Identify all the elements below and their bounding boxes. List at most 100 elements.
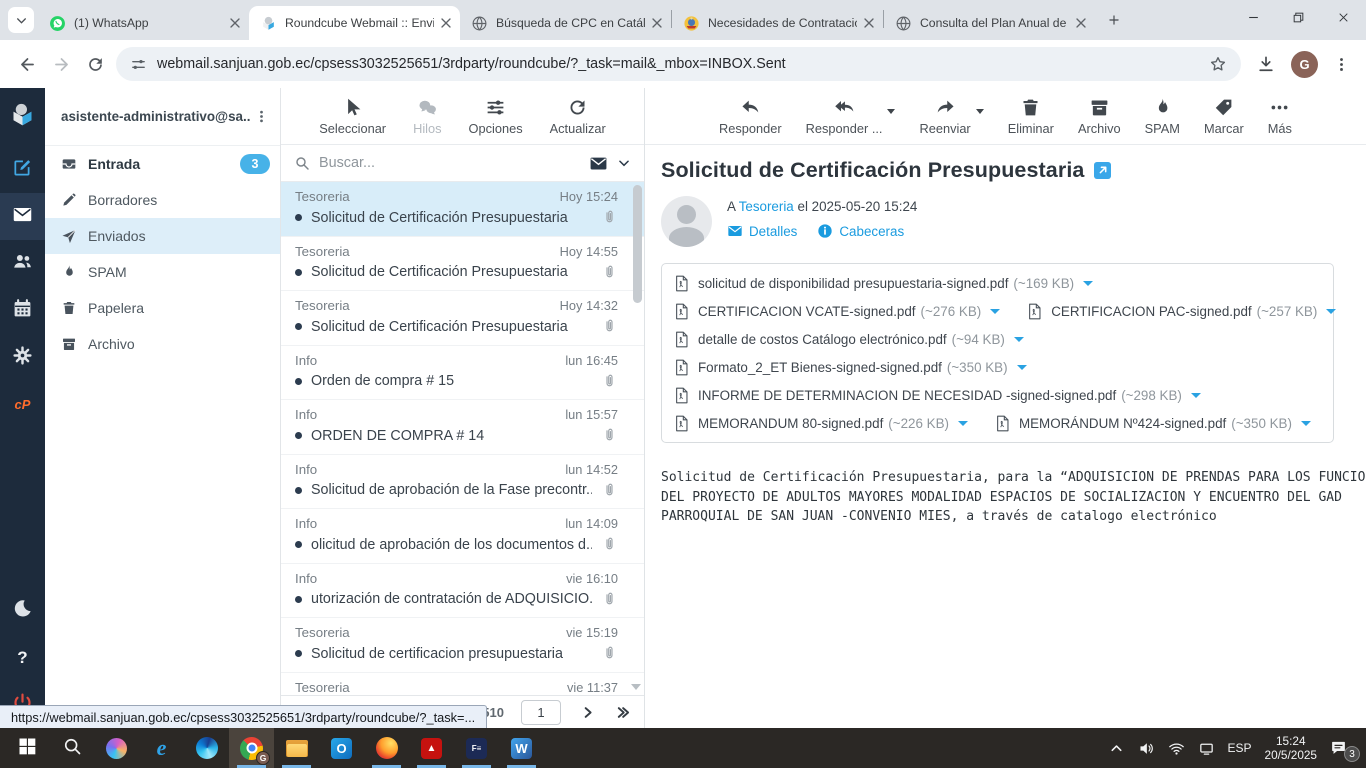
message-row[interactable]: Info lun 15:57 ORDEN DE COMPRA # 14 [281, 400, 644, 455]
list-toolbar-actualizar-button[interactable]: Actualizar [550, 97, 606, 136]
open-in-new-window-icon[interactable] [1094, 162, 1112, 179]
attachment-item[interactable]: INFORME DE DETERMINACION DE NECESIDAD -s… [674, 387, 1201, 404]
attachment-menu-caret-icon[interactable] [1300, 420, 1311, 426]
attachment-item[interactable]: MEMORÁNDUM Nº424-signed.pdf (~350 KB) [995, 415, 1311, 432]
tab-close-icon[interactable] [227, 15, 243, 31]
attachment-item[interactable]: detalle de costos Catálogo electrónico.p… [674, 331, 1024, 348]
rail-item-calendar[interactable] [0, 287, 45, 334]
mail-toolbar-archivo-button[interactable]: Archivo [1078, 97, 1121, 136]
rail-item-mail[interactable] [0, 193, 45, 240]
clock[interactable]: 15:24 20/5/2025 [1265, 734, 1317, 762]
list-toolbar-seleccionar-button[interactable]: Seleccionar [319, 97, 386, 136]
forward-icon[interactable] [44, 47, 78, 81]
mail-toolbar-responder-button[interactable]: Responder [719, 97, 782, 136]
attachment-menu-caret-icon[interactable] [957, 420, 968, 426]
taskbar-file-explorer-icon[interactable] [274, 728, 319, 768]
rail-item-compose[interactable] [0, 146, 45, 193]
help-icon[interactable]: ? [0, 634, 45, 681]
downloads-icon[interactable] [1249, 47, 1283, 81]
mail-toolbar-ms-button[interactable]: Más [1268, 97, 1292, 136]
account-kebab-icon[interactable] [250, 106, 272, 128]
sidebar-item-enviados[interactable]: Enviados [45, 218, 280, 254]
sidebar-item-borradores[interactable]: Borradores [45, 182, 280, 218]
mail-toolbar-responder-button[interactable]: Responder ... [806, 97, 882, 136]
attachment-menu-caret-icon[interactable] [1083, 280, 1094, 286]
message-row[interactable]: Tesoreria Hoy 14:55 Solicitud de Certifica… [281, 237, 644, 291]
cpanel-icon[interactable]: cP [0, 381, 45, 428]
browser-tab[interactable]: Necesidades de Contratació [672, 6, 883, 40]
last-page-icon[interactable] [613, 703, 631, 721]
taskbar-start-icon[interactable] [4, 728, 49, 768]
tray-chevron-up-icon[interactable] [1108, 740, 1125, 757]
attachment-menu-caret-icon[interactable] [990, 308, 1001, 314]
browser-tab[interactable]: Roundcube Webmail :: Envia [249, 6, 460, 40]
url-field[interactable]: webmail.sanjuan.gob.ec/cpsess3032525651/… [116, 47, 1241, 81]
browser-tab[interactable]: Búsqueda de CPC en Catálo [460, 6, 671, 40]
new-tab-button[interactable] [1101, 7, 1127, 33]
restore-button[interactable] [1276, 0, 1321, 34]
list-toolbar-opciones-button[interactable]: Opciones [469, 97, 523, 136]
attachment-menu-caret-icon[interactable] [1013, 336, 1024, 342]
message-row[interactable]: Tesoreria vie 11:37 [281, 673, 644, 696]
page-number-input[interactable]: 1 [521, 699, 561, 725]
back-icon[interactable] [10, 47, 44, 81]
browser-tab[interactable]: Consulta del Plan Anual de C [884, 6, 1095, 40]
dropdown-caret-icon[interactable] [975, 108, 984, 114]
message-row[interactable]: Info lun 14:09 olicitud de aprobación de l… [281, 509, 644, 564]
tab-search-chevron-icon[interactable] [8, 7, 34, 33]
attachment-item[interactable]: CERTIFICACION VCATE-signed.pdf (~276 KB) [674, 303, 1001, 320]
list-scroll-down-icon[interactable] [631, 684, 641, 690]
tab-close-icon[interactable] [861, 15, 877, 31]
mail-toolbar-spam-button[interactable]: SPAM [1145, 97, 1180, 136]
browser-menu-kebab-icon[interactable] [1326, 49, 1356, 79]
next-page-icon[interactable] [578, 703, 596, 721]
rail-item-contacts[interactable] [0, 240, 45, 287]
attachment-menu-caret-icon[interactable] [1016, 364, 1027, 370]
wifi-icon[interactable] [1168, 740, 1185, 757]
message-row[interactable]: Info lun 16:45 Orden de compra # 15 [281, 346, 644, 400]
attachment-item[interactable]: MEMORANDUM 80-signed.pdf (~226 KB) [674, 415, 968, 432]
taskbar-acrobat-icon[interactable]: ▲ [409, 728, 454, 768]
mail-toolbar-reenviar-button[interactable]: Reenviar [919, 97, 971, 136]
list-scrollbar[interactable] [633, 185, 642, 303]
message-row[interactable]: Tesoreria Hoy 15:24 Solicitud de Certifica… [281, 182, 644, 237]
message-row[interactable]: Tesoreria Hoy 14:32 Solicitud de Certifica… [281, 291, 644, 346]
search-input[interactable]: Buscar... [319, 155, 580, 171]
rail-item-settings[interactable] [0, 334, 45, 381]
mail-toolbar-eliminar-button[interactable]: Eliminar [1008, 97, 1054, 136]
message-row[interactable]: Info vie 16:10 utorización de contratación… [281, 564, 644, 618]
taskbar-search-icon[interactable] [49, 728, 94, 768]
attachment-menu-caret-icon[interactable] [1190, 392, 1201, 398]
sidebar-item-archivo[interactable]: Archivo [45, 326, 280, 362]
browser-tab[interactable]: (1) WhatsApp [38, 6, 249, 40]
attachment-item[interactable]: CERTIFICACION PAC-signed.pdf (~257 KB) [1027, 303, 1337, 320]
reload-icon[interactable] [78, 47, 112, 81]
taskbar-word-icon[interactable]: W [499, 728, 544, 768]
action-center-icon[interactable]: 3 [1330, 738, 1360, 762]
mail-toolbar-marcar-button[interactable]: Marcar [1204, 97, 1244, 136]
search-options-chevron-icon[interactable] [617, 156, 631, 170]
rail-item-roundcube-logo[interactable] [0, 88, 45, 146]
minimize-button[interactable] [1231, 0, 1276, 34]
taskbar-internet-explorer-icon[interactable]: e [139, 728, 184, 768]
taskbar-edge-icon[interactable] [184, 728, 229, 768]
bookmark-star-icon[interactable] [1209, 55, 1227, 73]
taskbar-outlook-icon[interactable]: O [319, 728, 364, 768]
display-cast-icon[interactable] [1198, 740, 1215, 757]
search-scope-envelope-icon[interactable] [589, 154, 608, 173]
details-link[interactable]: Detalles [727, 223, 797, 239]
tab-close-icon[interactable] [1073, 15, 1089, 31]
dropdown-caret-icon[interactable] [887, 108, 896, 114]
sidebar-item-spam[interactable]: SPAM [45, 254, 280, 290]
search-bar[interactable]: Buscar... [281, 145, 644, 182]
message-row[interactable]: Tesoreria vie 15:19 Solicitud de certifica… [281, 618, 644, 673]
tab-close-icon[interactable] [649, 15, 665, 31]
tab-close-icon[interactable] [438, 15, 454, 31]
headers-link[interactable]: Cabeceras [817, 223, 904, 239]
taskbar-firefox-icon[interactable] [364, 728, 409, 768]
close-window-button[interactable] [1321, 0, 1366, 34]
volume-icon[interactable] [1138, 740, 1155, 757]
message-row[interactable]: Info lun 14:52 Solicitud de aprobación de … [281, 455, 644, 509]
taskbar-fec-app-icon[interactable]: F≡ [454, 728, 499, 768]
attachment-menu-caret-icon[interactable] [1326, 308, 1337, 314]
